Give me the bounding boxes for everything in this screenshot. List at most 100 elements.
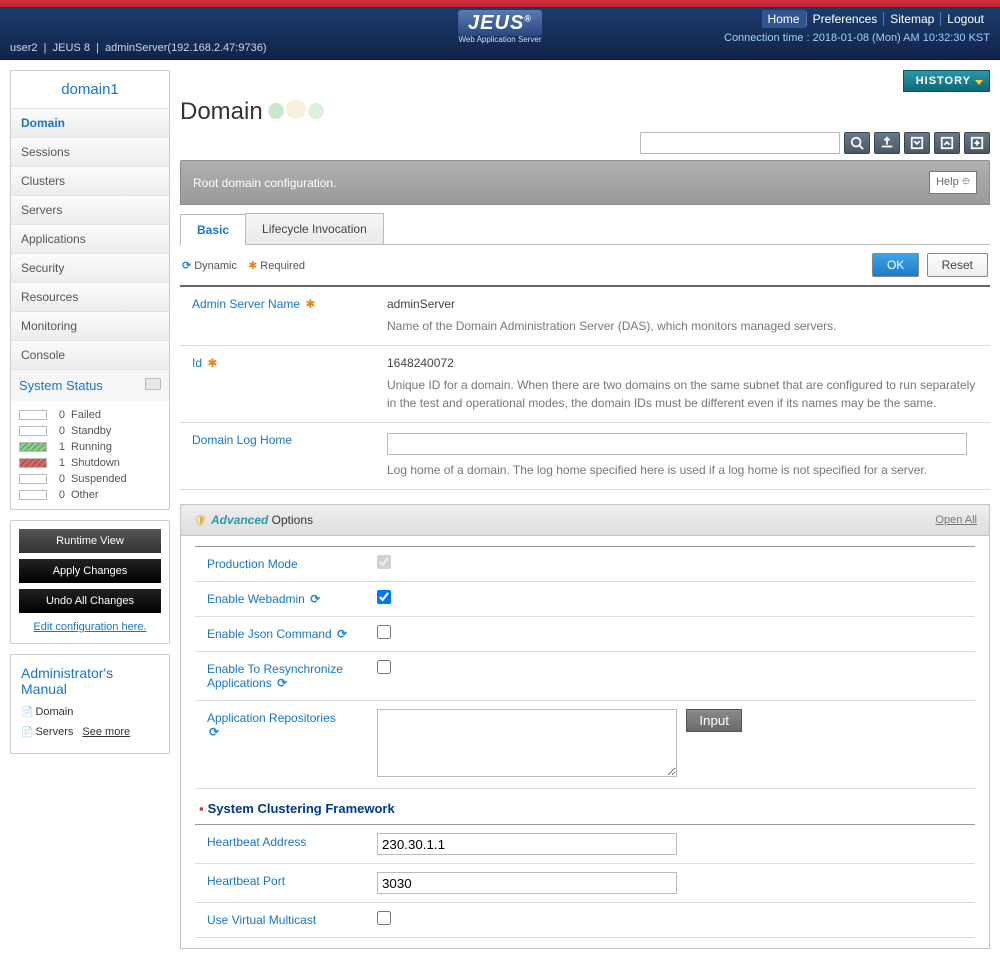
product-name: JEUS 8 (53, 42, 90, 54)
see-more-link[interactable]: See more (82, 726, 130, 738)
status-count: 0 (53, 409, 65, 421)
sidebar-item-domain[interactable]: Domain (11, 108, 169, 137)
connection-time: Connection time : 2018-01-08 (Mon) AM 10… (724, 32, 990, 44)
dynamic-legend: Dynamic (182, 260, 237, 272)
sidebar-item-applications[interactable]: Applications (11, 224, 169, 253)
user-info: user2 | JEUS 8 | adminServer(192.168.2.4… (10, 12, 267, 54)
tabs: BasicLifecycle Invocation (180, 213, 990, 245)
heartbeat-port-label: Heartbeat Port (195, 864, 365, 902)
status-label: Shutdown (71, 457, 120, 469)
domain-log-home-input[interactable] (387, 433, 967, 455)
status-swatch (19, 442, 47, 452)
sidebar-item-servers[interactable]: Servers (11, 195, 169, 224)
shield-icon (193, 513, 211, 527)
user-name: user2 (10, 42, 38, 54)
sidebar-item-resources[interactable]: Resources (11, 282, 169, 311)
manual-items: Domain Servers See more (11, 703, 169, 753)
status-row: 1Shutdown (19, 455, 161, 471)
status-count: 0 (53, 473, 65, 485)
undo-all-changes-button[interactable]: Undo All Changes (19, 589, 161, 613)
book-icon (21, 726, 35, 738)
top-nav-sitemap[interactable]: Sitemap (883, 12, 940, 26)
top-nav-preferences[interactable]: Preferences (806, 12, 884, 26)
status-label: Running (71, 441, 112, 453)
status-row: 0 Failed (19, 407, 161, 423)
export-xml-icon[interactable] (934, 132, 960, 154)
top-nav-logout[interactable]: Logout (940, 12, 990, 26)
status-swatch (19, 426, 47, 436)
status-expand-icon[interactable] (145, 378, 161, 390)
status-count: 0 (53, 425, 65, 437)
sidebar-item-sessions[interactable]: Sessions (11, 137, 169, 166)
use-virtual-multicast-checkbox[interactable] (377, 911, 391, 925)
export-icon[interactable] (874, 132, 900, 154)
sidebar-item-console[interactable]: Console (11, 340, 169, 369)
domain-log-home-desc: Log home of a domain. The log home speci… (387, 461, 978, 479)
domain-name: domain1 (11, 71, 169, 108)
manual-item[interactable]: Domain (35, 706, 73, 718)
status-swatch (19, 474, 47, 484)
system-status-title[interactable]: System Status (11, 369, 169, 401)
app-header: user2 | JEUS 8 | adminServer(192.168.2.4… (0, 8, 1000, 60)
enable-json-checkbox[interactable] (377, 625, 391, 639)
heartbeat-port-input[interactable] (377, 872, 677, 894)
logo: JEUS® Web Application Server (458, 12, 542, 44)
manual-title: Administrator's Manual (11, 655, 169, 703)
status-label: Failed (71, 409, 101, 421)
status-label: Suspended (71, 473, 127, 485)
legend: Dynamic Required (182, 259, 305, 272)
advanced-header[interactable]: Advanced Options Open All (181, 505, 989, 536)
sidebar-item-clusters[interactable]: Clusters (11, 166, 169, 195)
tab-lifecycle-invocation[interactable]: Lifecycle Invocation (245, 213, 384, 244)
runtime-view-button[interactable]: Runtime View (19, 529, 161, 553)
enable-webadmin-label: Enable Webadmin ⟳ (195, 582, 365, 616)
enable-resync-checkbox[interactable] (377, 660, 391, 674)
status-row: 0 Suspended (19, 471, 161, 487)
app-repos-label: Application Repositories⟳ (195, 701, 365, 788)
admin-server-name-label: Admin Server Name ✱ (180, 287, 375, 345)
search-input[interactable] (640, 132, 840, 154)
accent-bar (0, 0, 1000, 8)
history-button[interactable]: HISTORY (903, 70, 990, 92)
enable-webadmin-checkbox[interactable] (377, 590, 391, 604)
use-virtual-multicast-label: Use Virtual Multicast (195, 903, 365, 937)
production-mode-checkbox[interactable] (377, 555, 391, 569)
status-count: 0 (53, 489, 65, 501)
status-label: Standby (71, 425, 111, 437)
subtitle: Root domain configuration. (193, 176, 336, 190)
status-row: 0 Other (19, 487, 161, 503)
heartbeat-address-input[interactable] (377, 833, 677, 855)
enable-resync-label: Enable To Resynchronize Applications ⟳ (195, 652, 365, 700)
status-row: 0 Standby (19, 423, 161, 439)
edit-configuration-link[interactable]: Edit configuration here. (33, 621, 146, 633)
app-repos-textarea[interactable] (377, 709, 677, 777)
apply-changes-button[interactable]: Apply Changes (19, 559, 161, 583)
side-nav: DomainSessionsClustersServersApplication… (11, 108, 169, 369)
search-icon[interactable] (844, 132, 870, 154)
sidebar-item-monitoring[interactable]: Monitoring (11, 311, 169, 340)
more-icon[interactable] (964, 132, 990, 154)
sidebar-item-security[interactable]: Security (11, 253, 169, 282)
cluster-framework-title: System Clustering Framework (195, 789, 975, 824)
ok-button[interactable]: OK (872, 253, 919, 277)
help-button[interactable]: Help ⯐ (929, 171, 977, 194)
page-title: Domain (180, 98, 263, 125)
status-swatch (19, 410, 47, 420)
required-legend: Required (240, 260, 305, 272)
tab-basic[interactable]: Basic (180, 214, 246, 245)
status-swatch (19, 458, 47, 468)
enable-json-label: Enable Json Command ⟳ (195, 617, 365, 651)
top-nav-home[interactable]: Home (762, 10, 806, 28)
app-repos-input-button[interactable]: Input (686, 709, 742, 732)
status-label: Other (71, 489, 99, 501)
import-xml-icon[interactable] (904, 132, 930, 154)
heartbeat-address-label: Heartbeat Address (195, 825, 365, 863)
id-label: Id ✱ (180, 346, 375, 422)
manual-item[interactable]: Servers (35, 726, 73, 738)
status-swatch (19, 490, 47, 500)
reset-button[interactable]: Reset (927, 253, 988, 277)
server-name: adminServer(192.168.2.47:9736) (105, 42, 266, 54)
production-mode-label: Production Mode (195, 547, 365, 581)
open-all-link[interactable]: Open All (935, 514, 977, 526)
admin-server-name-value: adminServer Name of the Domain Administr… (375, 287, 990, 345)
